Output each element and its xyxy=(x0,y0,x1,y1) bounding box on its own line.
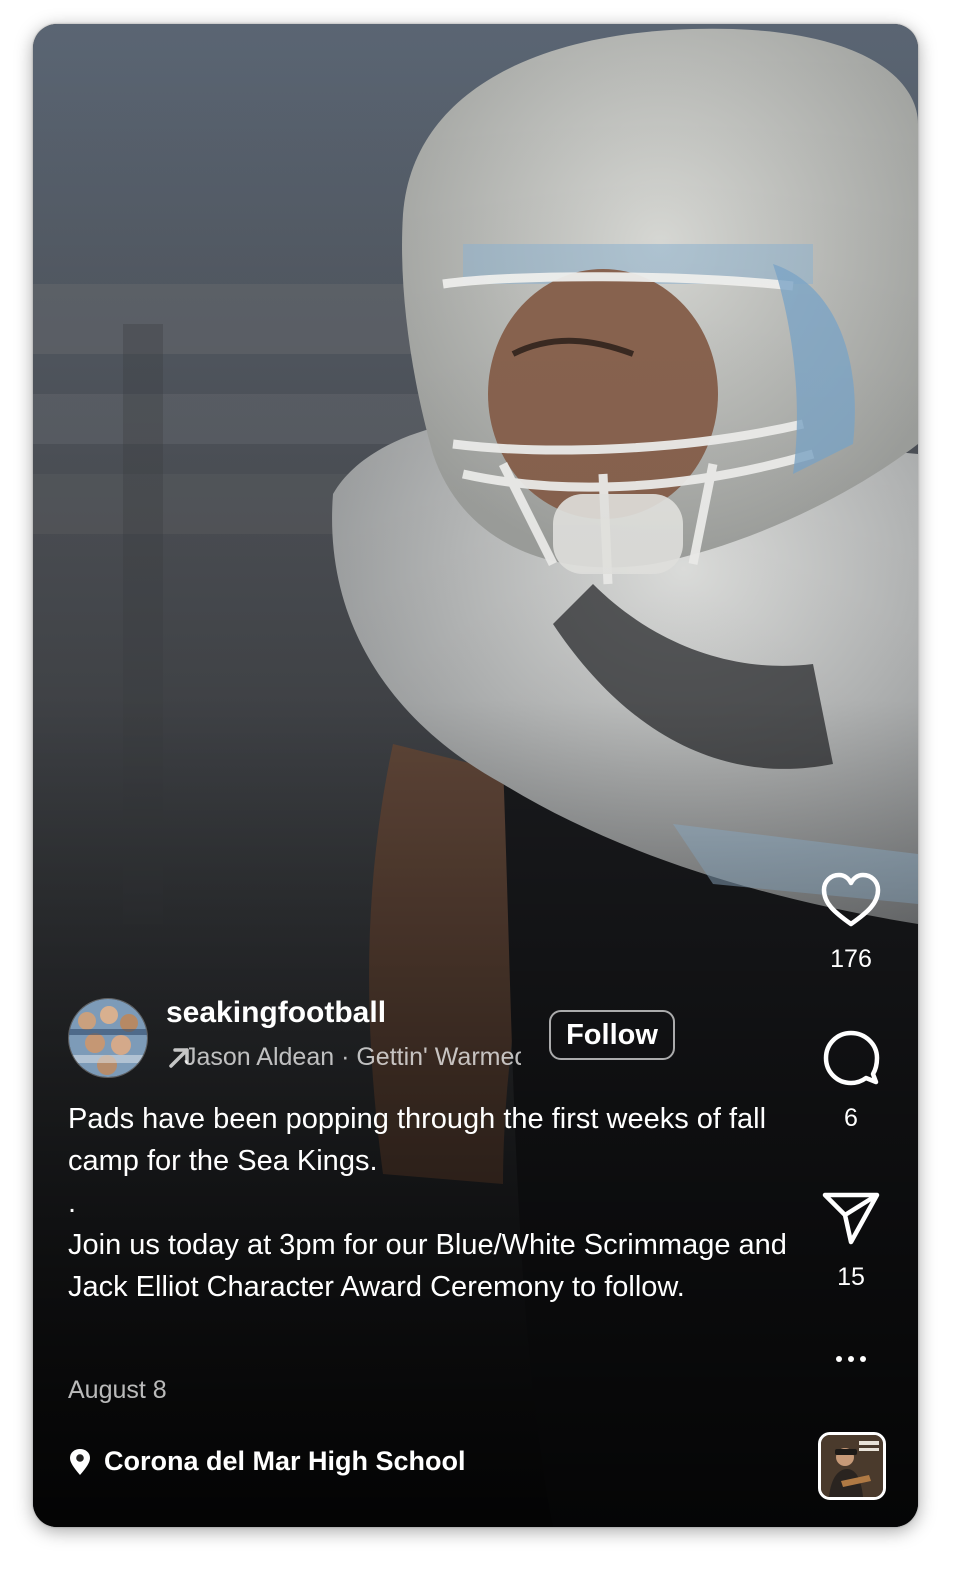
audio-album-art[interactable] xyxy=(818,1432,886,1500)
caption-line: Pads have been popping through the first… xyxy=(68,1103,767,1177)
comment-count: 6 xyxy=(844,1104,858,1132)
post-date: August 8 xyxy=(68,1376,167,1404)
more-options-button[interactable] xyxy=(811,1346,891,1372)
comment-bubble-icon[interactable] xyxy=(822,1029,880,1092)
caption[interactable]: Pads have been popping through the first… xyxy=(68,1098,788,1308)
more-dots-icon[interactable] xyxy=(826,1346,876,1372)
paper-plane-icon[interactable] xyxy=(821,1190,881,1251)
location-tag[interactable]: Corona del Mar High School xyxy=(68,1446,466,1477)
avatar[interactable] xyxy=(68,998,148,1078)
location-name: Corona del Mar High School xyxy=(104,1446,466,1476)
share-count: 15 xyxy=(837,1263,865,1291)
heart-icon[interactable] xyxy=(820,872,882,933)
audio-attribution[interactable]: Jason Aldean · Gettin' Warmed Up xyxy=(166,1040,521,1074)
share-action[interactable]: 15 xyxy=(811,1190,891,1292)
username[interactable]: seakingfootball xyxy=(166,996,386,1030)
like-count: 176 xyxy=(830,945,872,973)
location-pin-icon xyxy=(68,1448,92,1476)
caption-line: . xyxy=(68,1187,77,1219)
caption-line: Join us today at 3pm for our Blue/White … xyxy=(68,1229,787,1303)
follow-button[interactable]: Follow xyxy=(549,1010,675,1060)
comment-action[interactable]: 6 xyxy=(811,1029,891,1133)
like-action[interactable]: 176 xyxy=(811,872,891,974)
reel-card: 176 6 15 seakingfootball Jason Aldean · … xyxy=(33,24,918,1527)
audio-label: Jason Aldean · Gettin' Warmed Up xyxy=(184,1042,521,1071)
